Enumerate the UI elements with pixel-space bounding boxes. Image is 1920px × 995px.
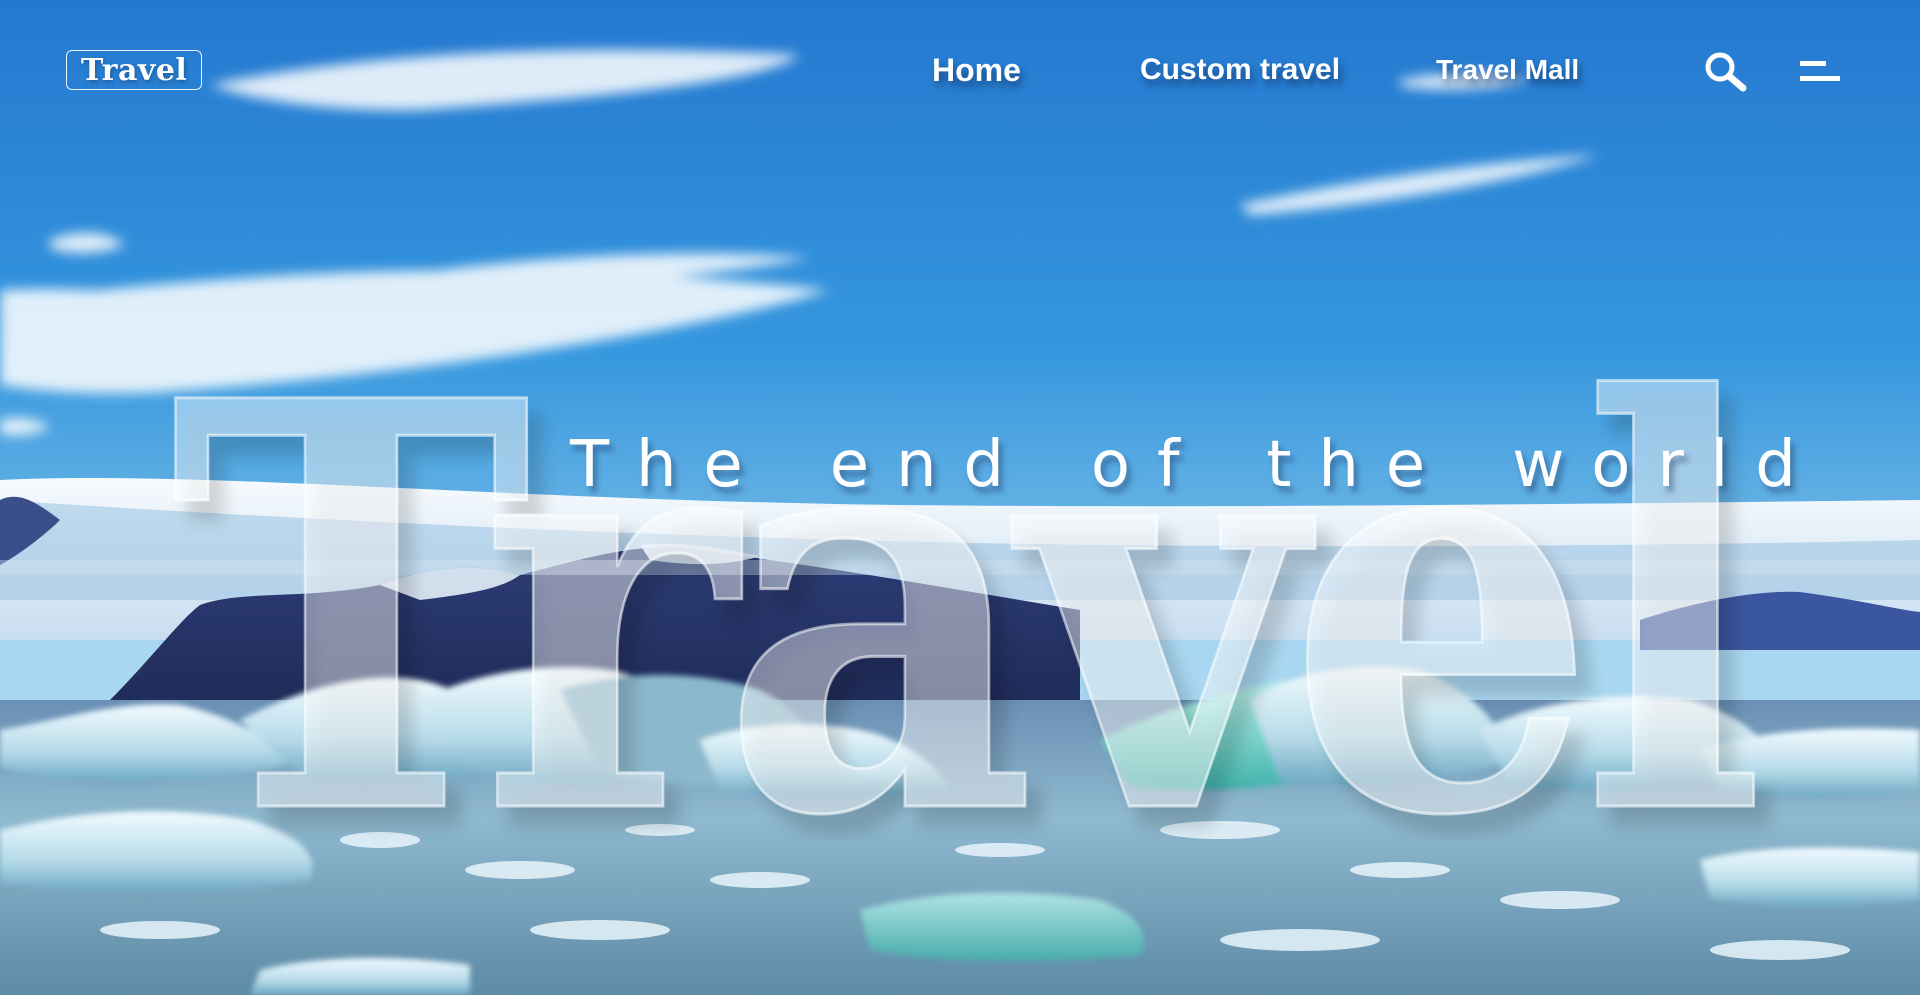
hero-tagline: The end of the world bbox=[570, 428, 1823, 502]
menu-icon bbox=[1800, 61, 1840, 81]
hero-big-word: Travel bbox=[169, 300, 1776, 840]
menu-button[interactable] bbox=[1794, 52, 1846, 92]
search-icon bbox=[1705, 52, 1747, 92]
nav-travel-mall[interactable]: Travel Mall bbox=[1436, 46, 1579, 94]
landing-page: Travel The end of the world Travel Home … bbox=[0, 0, 1920, 995]
nav-custom-travel[interactable]: Custom travel bbox=[1140, 46, 1340, 94]
logo[interactable]: Travel bbox=[66, 50, 203, 90]
hero-big-word-text: Travel bbox=[170, 300, 1756, 840]
nav-home[interactable]: Home bbox=[932, 46, 1021, 94]
search-button[interactable] bbox=[1700, 48, 1756, 96]
